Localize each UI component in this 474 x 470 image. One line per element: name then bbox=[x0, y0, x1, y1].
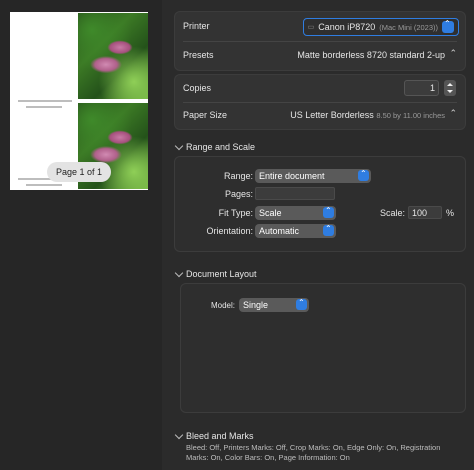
range-scale-panel: Range: Entire document Pages: Fit Type: … bbox=[174, 156, 466, 252]
chevron-updown-icon bbox=[442, 19, 454, 33]
preview-pane: Page 1 of 1 bbox=[0, 0, 162, 470]
chevron-down-icon bbox=[174, 141, 184, 150]
scale-label: Scale: bbox=[379, 208, 405, 218]
paper-size-name: US Letter Borderless bbox=[290, 110, 374, 120]
range-scale-title: Range and Scale bbox=[186, 142, 256, 152]
model-label: Model: bbox=[210, 301, 235, 310]
chevron-updown-icon bbox=[323, 204, 334, 218]
chevron-down-icon bbox=[174, 268, 184, 277]
paper-size-label: Paper Size bbox=[183, 110, 228, 120]
fit-type-value: Scale bbox=[259, 208, 282, 218]
fit-type-select[interactable]: Scale bbox=[255, 204, 336, 220]
copies-input[interactable]: 1 bbox=[404, 80, 439, 96]
copies-row: Copies 1 bbox=[175, 76, 465, 100]
chevron-updown-icon bbox=[296, 296, 307, 310]
chevron-updown-icon: ⌃ bbox=[449, 48, 457, 58]
range-value: Entire document bbox=[259, 171, 325, 181]
pages-input[interactable] bbox=[255, 187, 335, 200]
presets-row[interactable]: Presets Matte borderless 8720 standard 2… bbox=[175, 43, 465, 67]
chevron-down-icon bbox=[174, 430, 184, 439]
paper-size-detail: 8.50 by 11.00 inches bbox=[376, 111, 445, 120]
chevron-updown-icon bbox=[323, 222, 334, 236]
model-value: Single bbox=[243, 300, 269, 310]
printer-label: Printer bbox=[183, 21, 210, 31]
document-layout-title: Document Layout bbox=[186, 269, 257, 279]
chevron-updown-icon bbox=[358, 167, 369, 181]
printer-detail: (Mac Mini (2023)) bbox=[379, 22, 438, 32]
printer-icon: ▭ bbox=[307, 24, 315, 31]
copies-paper-card: Copies 1 Paper Size US Letter Borderless… bbox=[174, 74, 466, 130]
document-layout-header[interactable]: Document Layout bbox=[174, 268, 257, 279]
orientation-value: Automatic bbox=[259, 226, 300, 236]
copies-label: Copies bbox=[183, 83, 212, 93]
chevron-updown-icon: ⌃ bbox=[449, 108, 457, 118]
range-select[interactable]: Entire document bbox=[255, 167, 371, 183]
pages-label: Pages: bbox=[224, 189, 253, 199]
page-indicator: Page 1 of 1 bbox=[47, 162, 111, 182]
scale-unit: % bbox=[446, 208, 455, 218]
caption-line bbox=[18, 100, 72, 102]
bleed-marks-header[interactable]: Bleed and Marks bbox=[174, 430, 254, 441]
scale-input[interactable]: 100 bbox=[408, 206, 442, 219]
presets-value[interactable]: Matte borderless 8720 standard 2-up bbox=[297, 50, 445, 60]
paper-size-row[interactable]: Paper Size US Letter Borderless 8.50 by … bbox=[175, 103, 465, 127]
document-layout-panel: Model: Single bbox=[180, 283, 466, 413]
printer-name: Canon iP8720 bbox=[318, 22, 376, 32]
preview-photo bbox=[78, 13, 148, 99]
printer-row: Printer ▭ Canon iP8720 (Mac Mini (2023)) bbox=[175, 14, 465, 38]
orientation-label: Orientation: bbox=[206, 226, 253, 236]
presets-label: Presets bbox=[183, 50, 214, 60]
printer-select[interactable]: ▭ Canon iP8720 (Mac Mini (2023)) bbox=[302, 18, 459, 36]
caption-line bbox=[26, 184, 62, 186]
printer-presets-card: Printer ▭ Canon iP8720 (Mac Mini (2023))… bbox=[174, 11, 466, 71]
bleed-marks-summary: Bleed: Off, Printers Marks: Off, Crop Ma… bbox=[186, 443, 441, 462]
orientation-select[interactable]: Automatic bbox=[255, 222, 336, 238]
fit-type-label: Fit Type: bbox=[218, 208, 253, 218]
paper-size-value[interactable]: US Letter Borderless 8.50 by 11.00 inche… bbox=[290, 110, 445, 120]
caption-line bbox=[26, 106, 62, 108]
copies-stepper[interactable] bbox=[444, 80, 456, 96]
divider bbox=[183, 41, 457, 42]
bleed-marks-title: Bleed and Marks bbox=[186, 431, 254, 441]
range-scale-header[interactable]: Range and Scale bbox=[174, 141, 256, 152]
model-select[interactable]: Single bbox=[239, 296, 309, 312]
range-label: Range: bbox=[223, 171, 253, 181]
